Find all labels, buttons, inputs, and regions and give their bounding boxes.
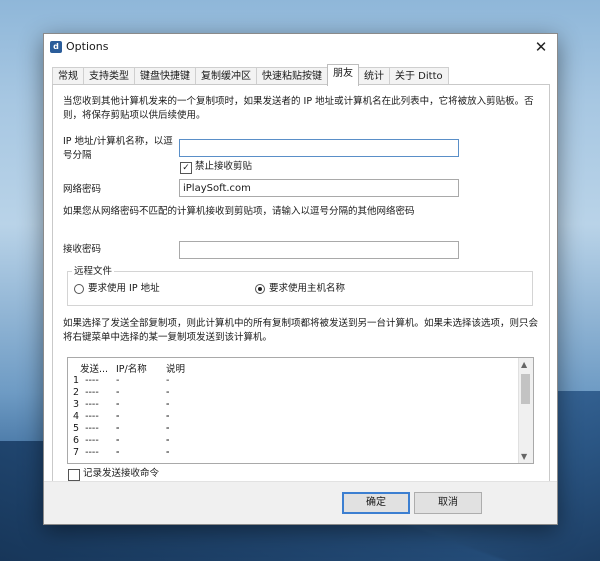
row-ip: ---- <box>116 447 120 463</box>
table-row[interactable]: 4 ---- ---- ---- <box>73 411 169 458</box>
table-row[interactable]: 1 ---- ---- ---- <box>73 375 169 422</box>
column-description[interactable]: 说明 <box>166 361 185 375</box>
row-send: ---- <box>85 411 99 422</box>
disable-receive-label: 禁止接收剪贴 <box>195 161 253 172</box>
tab-bar: 常规 支持类型 键盘快捷键 复制缓冲区 快速粘贴按键 朋友 统计 关于 Ditt… <box>52 64 449 86</box>
mismatch-info: 如果您从网络密码不匹配的计算机接收到剪贴项，请输入以逗号分隔的其他网络密码 <box>63 206 415 217</box>
receive-password-label: 接收密码 <box>63 244 102 255</box>
scroll-thumb[interactable] <box>521 374 530 404</box>
row-send: ---- <box>85 447 99 458</box>
scroll-down-icon[interactable]: ▼ <box>521 452 527 461</box>
dialog-button-bar: 确定 取消 <box>44 481 557 524</box>
receive-password-input[interactable] <box>179 241 459 259</box>
tab-friends[interactable]: 朋友 <box>327 64 359 86</box>
close-icon[interactable]: ✕ <box>531 37 551 57</box>
require-ip-label: 要求使用 IP 地址 <box>88 283 160 294</box>
table-row[interactable]: 3 ---- ---- ---- <box>73 399 169 446</box>
row-send: ---- <box>85 399 99 410</box>
window-title: Options <box>66 40 109 53</box>
row-number: 1 <box>73 375 80 386</box>
title-bar: d Options ✕ <box>44 34 557 60</box>
remote-files-group: 远程文件 要求使用 IP 地址 要求使用主机名称 <box>67 265 533 306</box>
table-row[interactable]: 7 ---- ---- ---- <box>73 447 169 463</box>
row-number: 7 <box>73 447 80 458</box>
network-password-input[interactable]: iPlaySoft.com <box>179 179 459 197</box>
row-send: ---- <box>85 435 99 446</box>
friends-panel: 当您收到其他计算机发来的一个复制项时，如果发送者的 IP 地址或计算机名在此列表… <box>52 84 550 484</box>
scroll-up-icon[interactable]: ▲ <box>521 360 527 369</box>
send-info: 如果选择了发送全部复制项，则此计算机中的所有复制项都将被发送到另一台计算机。如果… <box>63 318 539 343</box>
column-ip-name[interactable]: IP/名称 <box>116 361 147 375</box>
table-row[interactable]: 2 ---- ---- ---- <box>73 387 169 434</box>
row-send: ---- <box>85 423 99 434</box>
log-commands-label: 记录发送接收命令 <box>83 468 160 479</box>
row-number: 6 <box>73 435 80 446</box>
row-send: ---- <box>85 387 99 398</box>
row-number: 3 <box>73 399 80 410</box>
row-number: 5 <box>73 423 80 434</box>
list-scrollbar[interactable]: ▲ ▼ <box>518 358 533 463</box>
require-hostname-radio[interactable] <box>255 284 265 294</box>
ok-button[interactable]: 确定 <box>342 492 410 514</box>
require-ip-radio[interactable] <box>74 284 84 294</box>
ip-list-label: IP 地址/计算机名称，以逗号分隔 <box>63 136 173 161</box>
row-send: ---- <box>85 375 99 386</box>
row-number: 4 <box>73 411 80 422</box>
cancel-button[interactable]: 取消 <box>414 492 482 514</box>
ip-list-input[interactable] <box>179 139 459 157</box>
row-number: 2 <box>73 387 80 398</box>
log-commands-checkbox[interactable] <box>68 469 80 481</box>
table-row[interactable]: 6 ---- ---- ---- <box>73 435 169 463</box>
row-desc: ---- <box>166 447 170 463</box>
friends-description: 当您收到其他计算机发来的一个复制项时，如果发送者的 IP 地址或计算机名在此列表… <box>63 96 534 121</box>
network-password-label: 网络密码 <box>63 184 102 195</box>
column-send[interactable]: 发送... <box>80 361 108 375</box>
options-dialog: d Options ✕ 常规 支持类型 键盘快捷键 复制缓冲区 快速粘贴按键 朋… <box>43 33 558 525</box>
require-hostname-label: 要求使用主机名称 <box>269 283 346 294</box>
friends-list[interactable]: 发送... IP/名称 说明 1 ---- ---- ---- 2 ---- -… <box>67 357 534 464</box>
table-row[interactable]: 5 ---- ---- ---- <box>73 423 169 463</box>
ditto-app-icon: d <box>50 41 62 53</box>
disable-receive-checkbox[interactable]: ✓ <box>180 162 192 174</box>
remote-files-title: 远程文件 <box>72 265 115 279</box>
